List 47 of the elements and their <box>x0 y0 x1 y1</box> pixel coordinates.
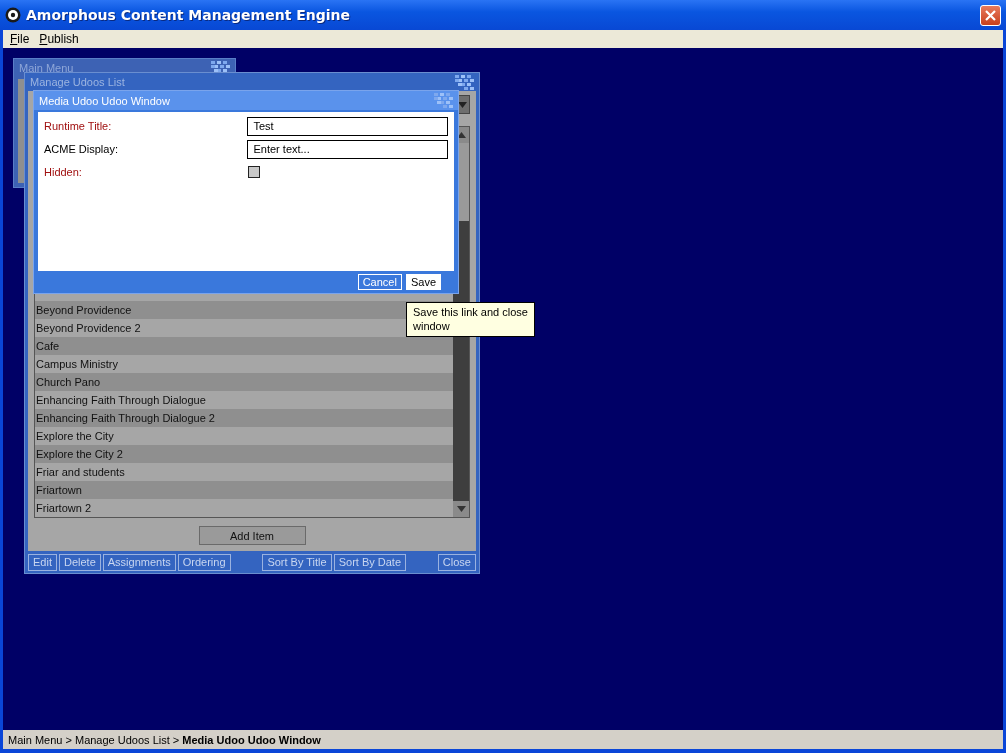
menu-item[interactable]: File <box>5 32 35 46</box>
breadcrumb-separator: > <box>171 733 181 746</box>
field-label: Hidden: <box>44 166 83 178</box>
list-item[interactable]: Friar and students <box>35 463 125 481</box>
list-item[interactable]: Enhancing Faith Through Dialogue <box>35 391 206 409</box>
list-item[interactable]: Friartown <box>35 481 82 499</box>
list-item[interactable]: Beyond Providence 2 <box>35 319 141 337</box>
toolbar-button[interactable]: Edit <box>28 553 57 571</box>
toolbar-button[interactable]: Sort By Date <box>333 553 407 571</box>
add-item-button[interactable]: Add Item <box>198 526 306 545</box>
list-item[interactable]: Enhancing Faith Through Dialogue 2 <box>35 409 215 427</box>
close-icon <box>985 9 996 21</box>
list-item[interactable]: Cafe <box>35 337 60 355</box>
field-label: Runtime Title: <box>44 120 113 132</box>
list-item[interactable]: Explore the City <box>35 427 114 445</box>
list-item[interactable]: Explore the City 2 <box>35 445 123 463</box>
pixel-decoration <box>455 74 474 90</box>
scroll-down-icon[interactable] <box>456 506 466 512</box>
checkbox[interactable] <box>248 166 260 178</box>
list-item[interactable]: Beyond Providence <box>35 301 132 319</box>
window-title: Amorphous Content Management Engine <box>26 7 352 23</box>
breadcrumb-separator: > <box>64 733 73 746</box>
text-field[interactable]: Enter text... <box>247 139 448 159</box>
field-label: ACME Display: <box>44 143 119 155</box>
close-button[interactable] <box>980 4 1001 26</box>
toolbar-button[interactable]: Close <box>437 553 476 571</box>
menu-item[interactable]: Publish <box>34 32 84 46</box>
toolbar-button[interactable]: Delete <box>58 553 101 571</box>
list-item[interactable]: Campus Ministry <box>35 355 118 373</box>
list-item[interactable]: Friartown 2 <box>35 499 92 517</box>
window-title: Main Menu <box>19 62 75 74</box>
window-title: Manage Udoos List <box>30 76 126 88</box>
save-button[interactable]: Save <box>405 274 441 290</box>
text-field[interactable]: Test <box>247 116 448 136</box>
breadcrumb: Media Udoo Udoo Window <box>182 733 321 746</box>
caret-down-icon <box>457 101 467 108</box>
breadcrumb[interactable]: Main Menu <box>8 733 63 746</box>
scroll-up-icon[interactable] <box>456 132 466 138</box>
dialog-title: Media Udoo Udoo Window <box>39 94 171 107</box>
cancel-button[interactable]: Cancel <box>357 274 402 290</box>
toolbar-button[interactable]: Ordering <box>177 553 231 571</box>
breadcrumb[interactable]: Manage Udoos List <box>74 733 170 746</box>
list-item[interactable]: Church Pano <box>35 373 101 391</box>
pixel-decoration <box>434 93 453 108</box>
toolbar-button[interactable]: Sort By Title <box>262 553 332 571</box>
tooltip: Save this link and close window <box>406 302 535 337</box>
toolbar-button[interactable]: Assignments <box>102 553 176 571</box>
